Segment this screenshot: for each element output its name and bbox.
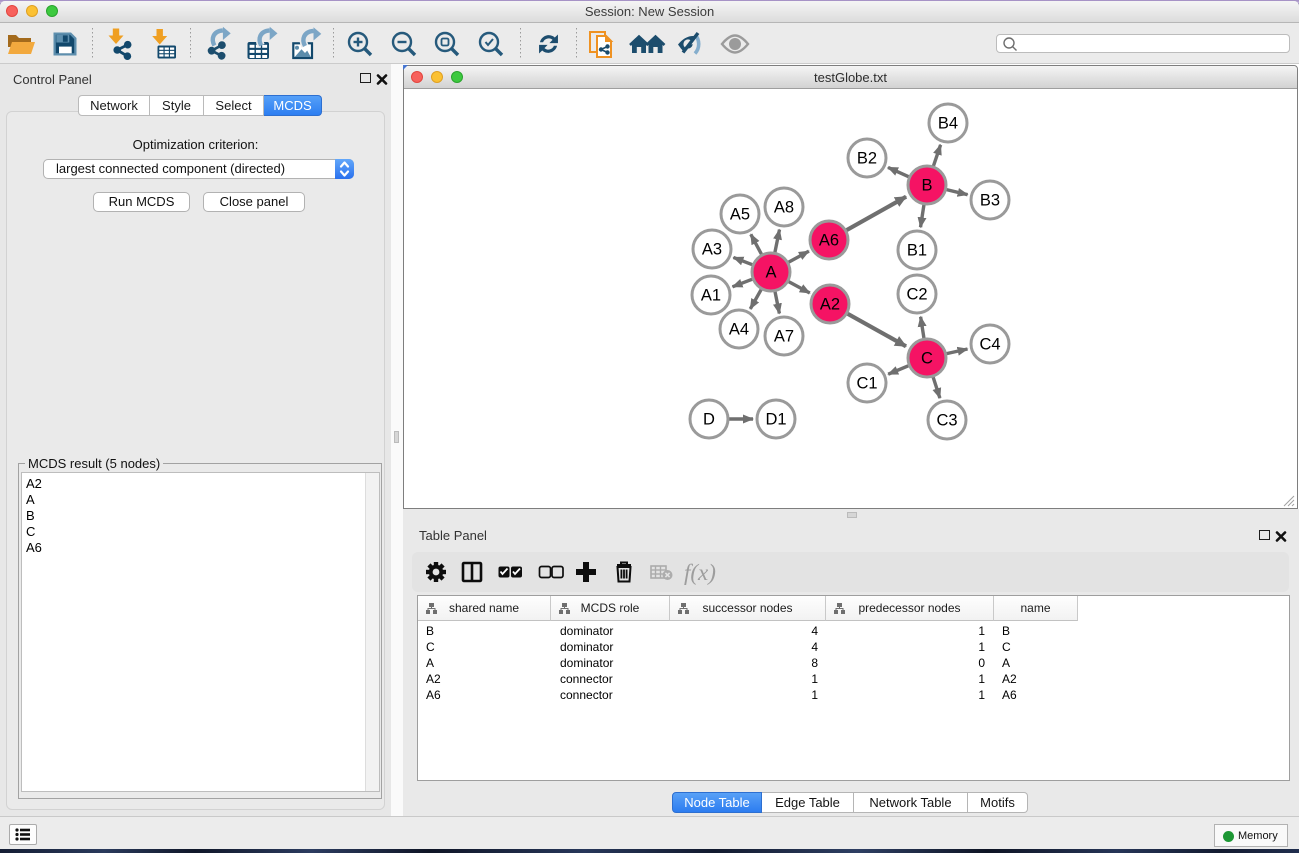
svg-text:B2: B2 bbox=[857, 150, 877, 168]
svg-text:A3: A3 bbox=[702, 241, 722, 259]
svg-text:C2: C2 bbox=[906, 286, 927, 304]
svg-text:D: D bbox=[703, 411, 715, 429]
svg-text:A1: A1 bbox=[701, 287, 721, 305]
svg-text:A6: A6 bbox=[819, 232, 839, 250]
svg-text:A5: A5 bbox=[730, 206, 750, 224]
svg-text:f(x): f(x) bbox=[684, 560, 716, 585]
svg-text:C: C bbox=[921, 350, 933, 368]
svg-text:B1: B1 bbox=[907, 242, 927, 260]
svg-text:A7: A7 bbox=[774, 328, 794, 346]
svg-text:C4: C4 bbox=[979, 336, 1000, 354]
svg-text:A: A bbox=[765, 264, 776, 282]
svg-text:B: B bbox=[921, 177, 932, 195]
svg-text:C3: C3 bbox=[936, 412, 957, 430]
svg-text:A4: A4 bbox=[729, 321, 749, 339]
svg-text:B3: B3 bbox=[980, 192, 1000, 210]
svg-text:C1: C1 bbox=[856, 375, 877, 393]
svg-text:D1: D1 bbox=[765, 411, 786, 429]
svg-text:A8: A8 bbox=[774, 199, 794, 217]
svg-text:B4: B4 bbox=[938, 115, 958, 133]
svg-text:A2: A2 bbox=[820, 296, 840, 314]
